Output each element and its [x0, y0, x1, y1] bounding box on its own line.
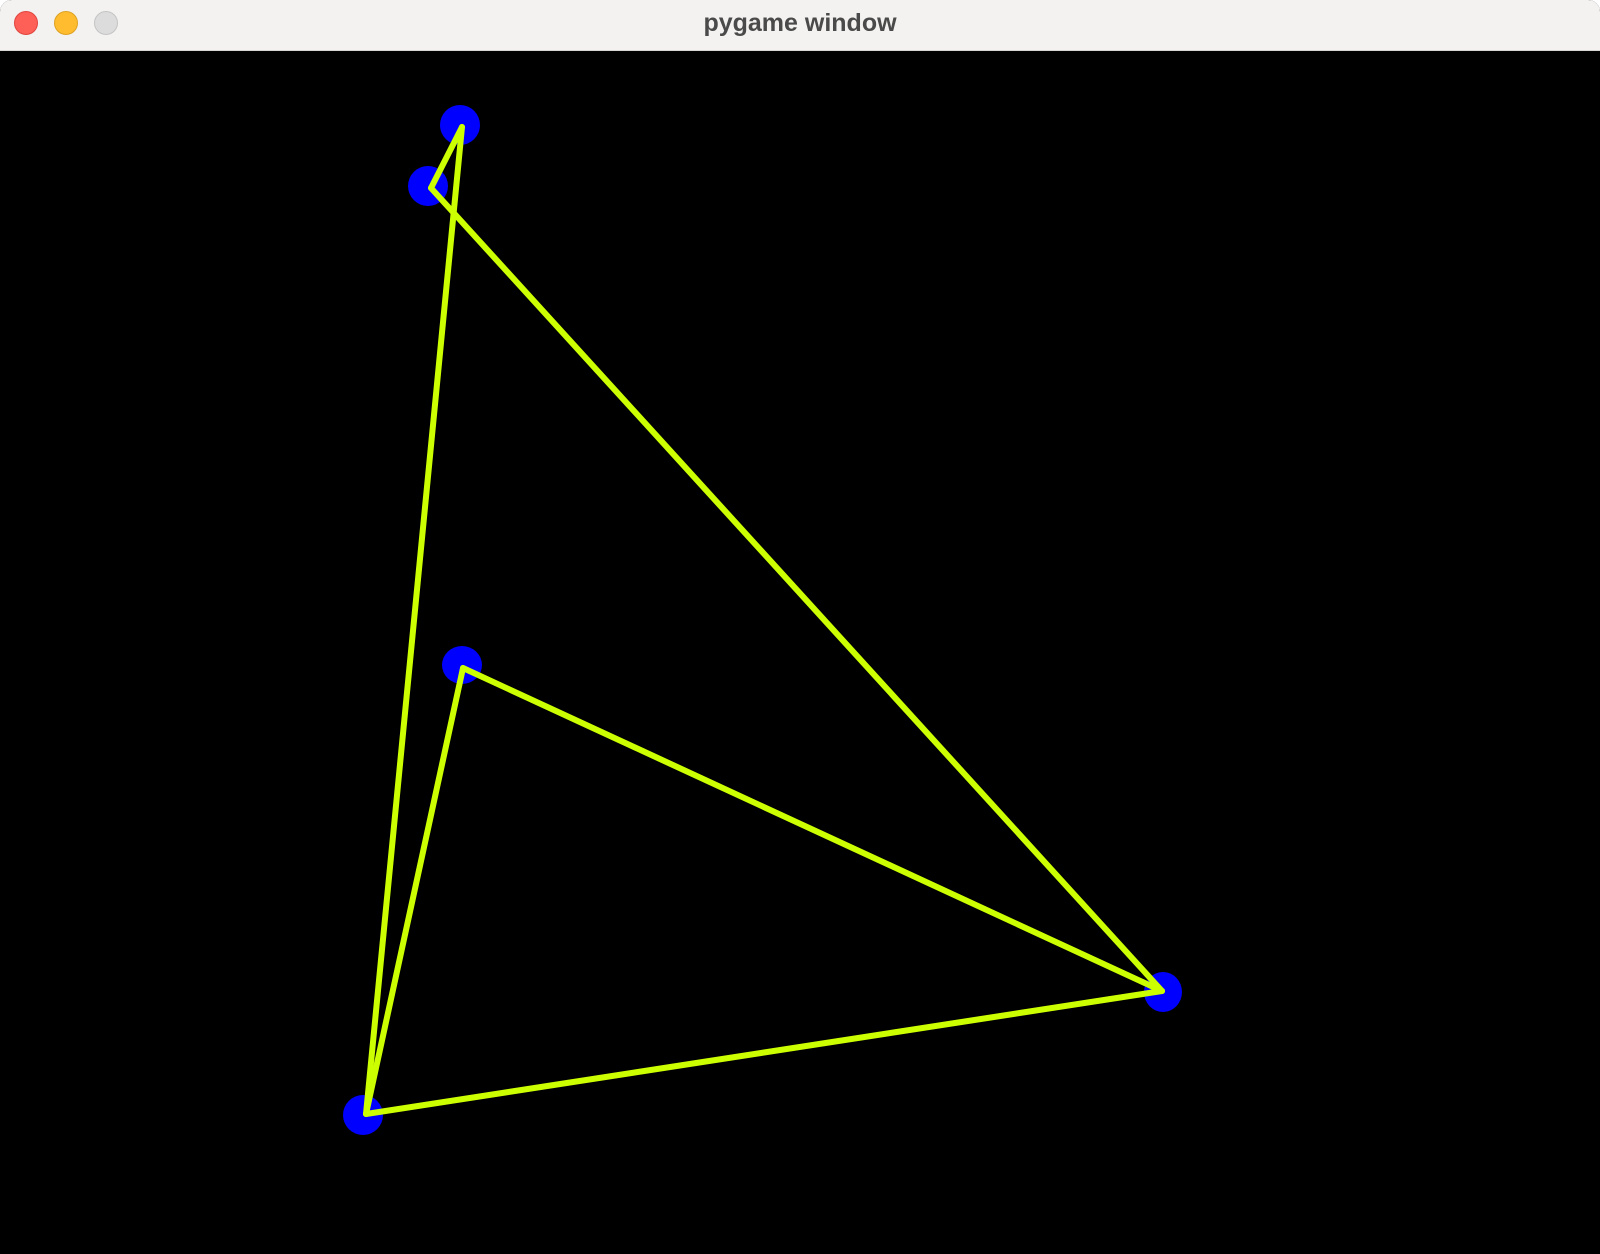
window-title: pygame window	[703, 9, 897, 37]
edge-line	[363, 665, 466, 1117]
edge-line	[363, 988, 1165, 1117]
game-canvas[interactable]	[0, 51, 1600, 1254]
edge-line	[428, 185, 1165, 994]
title-bar[interactable]: pygame window	[0, 0, 1600, 51]
edge-line	[363, 124, 465, 1117]
scene-svg	[343, 105, 1182, 1135]
pygame-window: pygame window	[0, 0, 1600, 1254]
edge-line	[460, 665, 1165, 994]
